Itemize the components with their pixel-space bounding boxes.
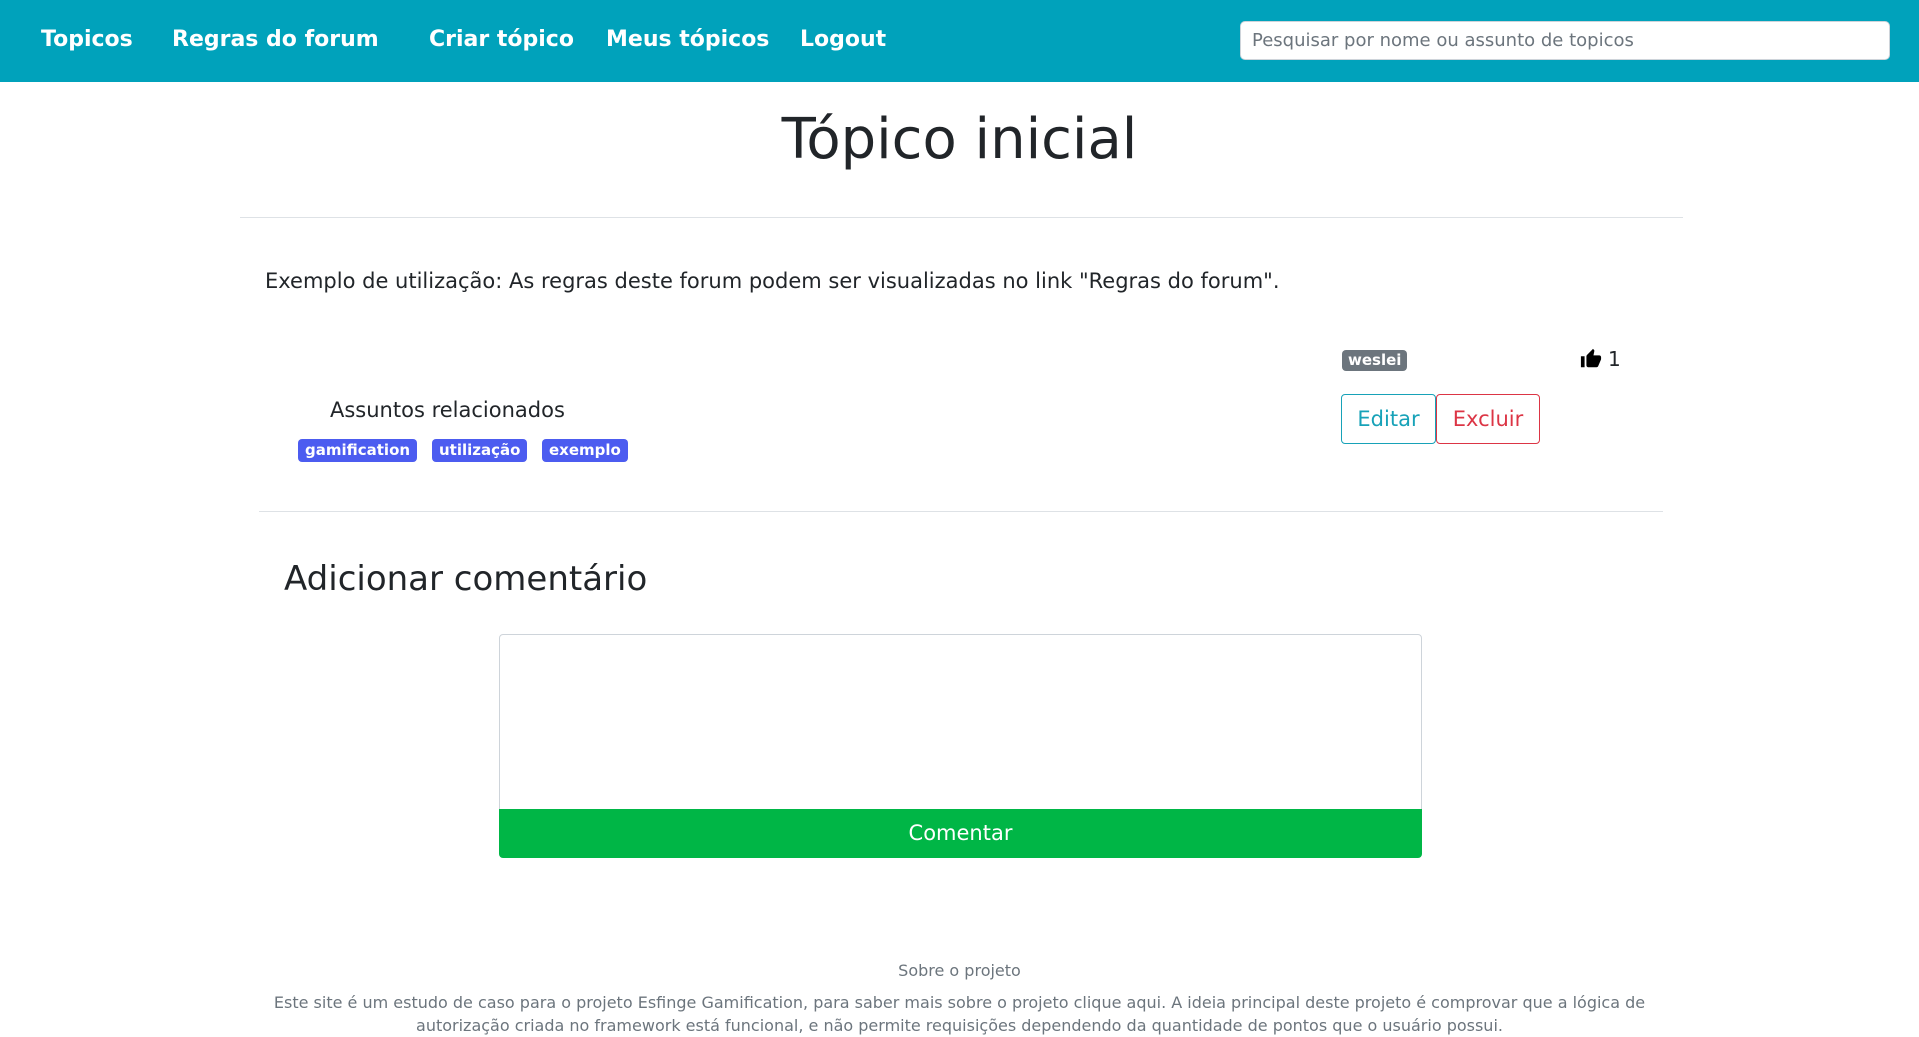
nav-link-meus-topicos[interactable]: Meus tópicos <box>606 26 769 54</box>
author-badge: weslei <box>1342 350 1408 371</box>
tag-exemplo[interactable]: exemplo <box>542 439 628 462</box>
delete-button[interactable]: Excluir <box>1436 394 1540 444</box>
search-input[interactable] <box>1240 21 1890 60</box>
add-comment-title: Adicionar comentário <box>284 559 648 599</box>
nav-link-criar-topico[interactable]: Criar tópico <box>429 26 574 54</box>
navbar: Topicos Regras do forum Criar tópico Meu… <box>0 0 1919 82</box>
topic-body: Exemplo de utilização: As regras deste f… <box>265 269 1280 293</box>
tag-gamification[interactable]: gamification <box>298 439 418 462</box>
title-divider <box>240 217 1683 218</box>
edit-button[interactable]: Editar <box>1341 394 1436 444</box>
page-title: Tópico inicial <box>781 107 1138 172</box>
nav-link-logout[interactable]: Logout <box>800 26 886 54</box>
footer-title: Sobre o projeto <box>898 961 1021 980</box>
tag-utilizacao[interactable]: utilização <box>432 439 528 462</box>
like-count: 1 <box>1608 347 1621 371</box>
topic-divider <box>259 511 1663 512</box>
like-button[interactable]: 1 <box>1580 345 1621 373</box>
nav-link-topicos[interactable]: Topicos <box>41 26 133 54</box>
comment-input[interactable] <box>499 634 1422 810</box>
thumbs-up-icon <box>1580 348 1602 370</box>
nav-link-regras-do-forum[interactable]: Regras do forum <box>172 26 379 54</box>
related-topics-title: Assuntos relacionados <box>330 398 565 422</box>
footer-text: Este site é um estudo de caso para o pro… <box>273 993 1646 1035</box>
comment-submit-button[interactable]: Comentar <box>499 809 1422 858</box>
